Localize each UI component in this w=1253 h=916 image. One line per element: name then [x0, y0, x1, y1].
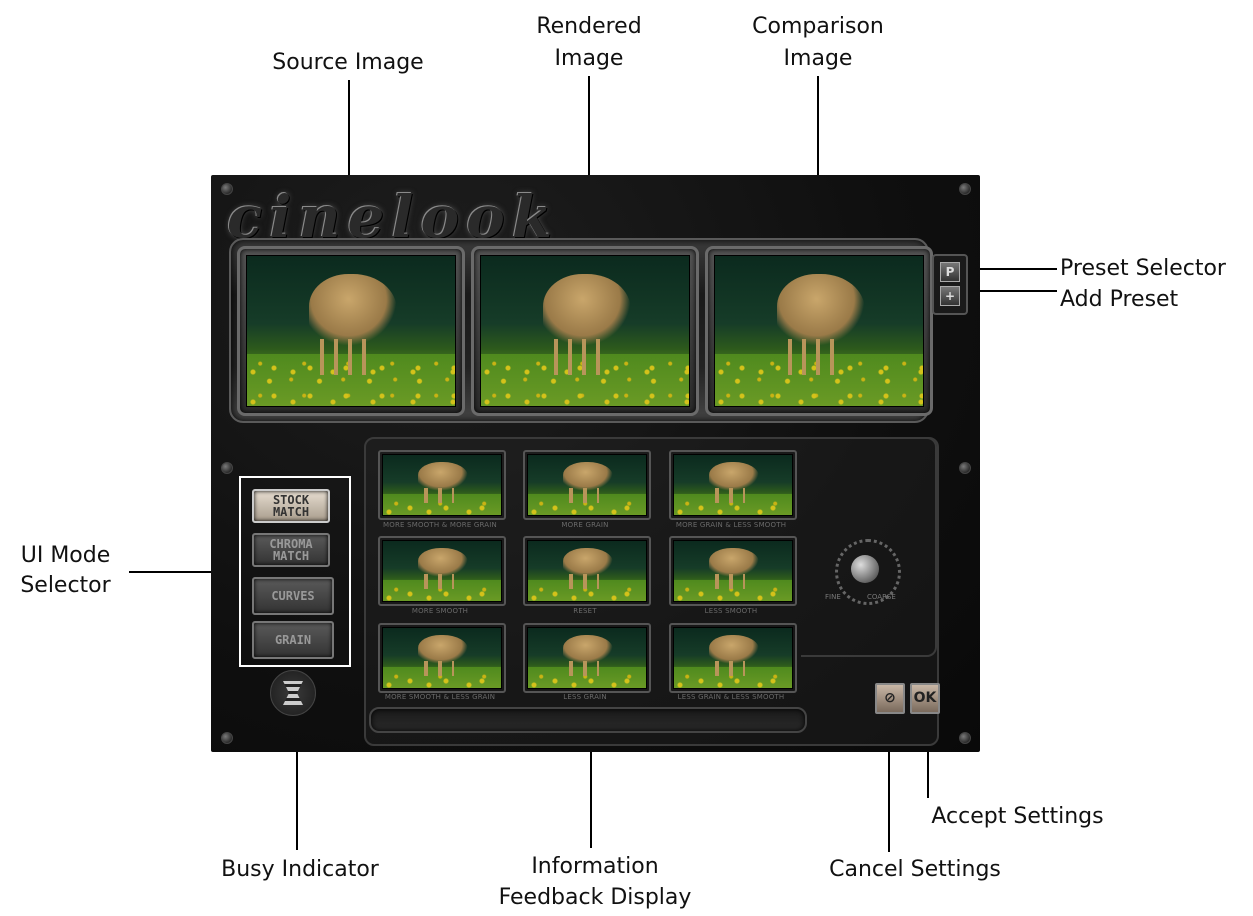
preset-controls: P +	[932, 254, 968, 315]
cinelook-panel: cinelook P + MORE SMOOTH & MORE GRAIN MO…	[211, 175, 980, 752]
variation-thumb[interactable]	[523, 450, 651, 520]
variation-thumb[interactable]	[378, 450, 506, 520]
comparison-image-frame	[705, 246, 933, 416]
source-image-frame	[237, 246, 465, 416]
rendered-image[interactable]	[480, 255, 690, 407]
source-image[interactable]	[246, 255, 456, 407]
callout-comparison-image-line2: Image	[783, 46, 853, 71]
screw-bottom-right	[959, 732, 971, 744]
variation-label: MORE GRAIN	[561, 521, 609, 529]
variation-thumb[interactable]	[669, 450, 797, 520]
callout-rendered-image-line1: Rendered	[536, 14, 642, 39]
variation-thumb[interactable]	[378, 536, 506, 606]
variation-label: RESET	[573, 607, 597, 615]
callout-info-feedback-line2: Feedback Display	[498, 885, 692, 910]
callout-preset-selector: Preset Selector	[1060, 256, 1226, 281]
callout-info-feedback-line1: Information	[531, 854, 659, 879]
knob-coarse-label: COARSE	[867, 593, 896, 601]
cancel-settings-button[interactable]: ⊘	[875, 683, 905, 714]
fine-coarse-knob[interactable]	[851, 555, 879, 583]
preview-bar	[229, 238, 933, 423]
variation-thumb[interactable]	[669, 623, 797, 693]
accept-settings-button[interactable]: OK	[910, 683, 940, 714]
variation-label: LESS GRAIN	[563, 693, 607, 701]
callout-comparison-image-line1: Comparison	[752, 14, 884, 39]
callout-source-image: Source Image	[272, 50, 424, 75]
mode-chroma-match-button[interactable]: CHROMA MATCH	[252, 533, 330, 567]
callout-ui-mode-line2: Selector	[20, 573, 111, 598]
variation-thumb[interactable]	[669, 536, 797, 606]
busy-indicator	[270, 670, 316, 716]
variation-label: MORE SMOOTH	[411, 607, 469, 615]
mode-curves-button[interactable]: CURVES	[252, 577, 334, 615]
variation-label: MORE SMOOTH & MORE GRAIN	[383, 521, 497, 529]
screw-bottom-left	[221, 732, 233, 744]
mode-stock-match-button[interactable]: STOCK MATCH	[252, 489, 330, 523]
screw-mid-right	[959, 462, 971, 474]
mode-grain-button[interactable]: GRAIN	[252, 621, 334, 659]
variation-thumb[interactable]	[523, 623, 651, 693]
variation-label: MORE GRAIN & LESS SMOOTH	[675, 521, 787, 529]
variation-label: MORE SMOOTH & LESS GRAIN	[384, 693, 496, 701]
callout-accept-settings: Accept Settings	[931, 804, 1104, 829]
callout-cancel-settings: Cancel Settings	[829, 857, 1001, 882]
callout-rendered-image-line2: Image	[554, 46, 624, 71]
variation-thumb-reset[interactable]	[523, 536, 651, 606]
add-preset-button[interactable]: +	[940, 286, 960, 306]
ui-mode-selector: STOCK MATCH CHROMA MATCH CURVES GRAIN	[239, 476, 351, 667]
variation-label: LESS SMOOTH	[704, 607, 758, 615]
information-feedback-display	[369, 707, 807, 733]
knob-fine-label: FINE	[825, 593, 841, 601]
comparison-image[interactable]	[714, 255, 924, 407]
callout-busy-indicator: Busy Indicator	[221, 857, 379, 882]
callout-ui-mode-line1: UI Mode	[20, 543, 111, 568]
callout-add-preset: Add Preset	[1060, 287, 1179, 312]
rendered-image-frame	[471, 246, 699, 416]
screw-mid-left	[221, 462, 233, 474]
preset-selector-button[interactable]: P	[940, 262, 960, 282]
variation-thumb[interactable]	[378, 623, 506, 693]
variation-label: LESS GRAIN & LESS SMOOTH	[677, 693, 785, 701]
screw-top-right	[959, 183, 971, 195]
